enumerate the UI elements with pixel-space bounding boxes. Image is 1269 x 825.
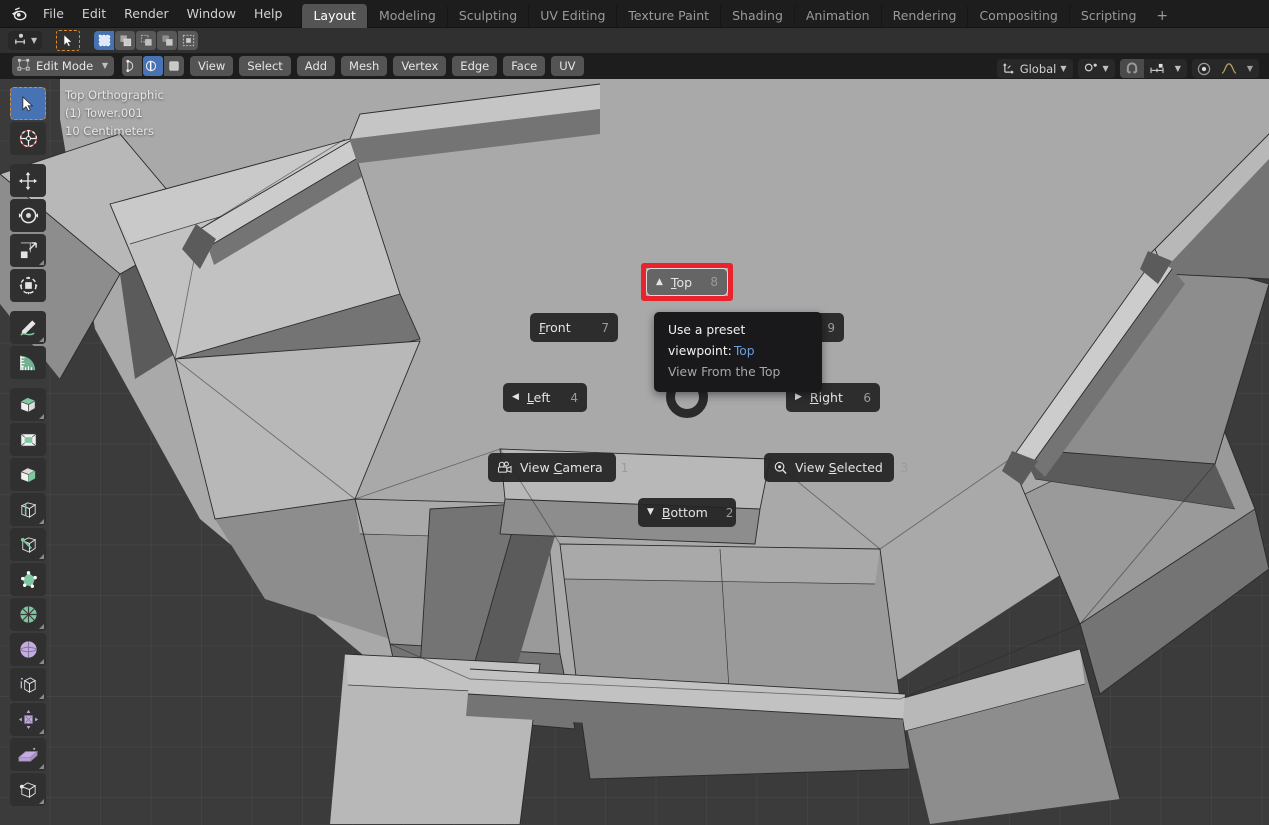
menu-render[interactable]: Render — [115, 3, 178, 24]
tool-tweak[interactable] — [10, 87, 46, 120]
tool-knife[interactable] — [10, 528, 46, 561]
add-workspace-button[interactable]: + — [1147, 4, 1177, 28]
tool-expand-corner — [39, 659, 44, 664]
interaction-mode-dropdown[interactable]: Edit Mode ▼ — [12, 56, 114, 76]
workspace-tab-scripting[interactable]: Scripting — [1069, 4, 1148, 28]
tool-spin[interactable] — [10, 598, 46, 631]
tool-smooth[interactable] — [10, 633, 46, 666]
menu-window[interactable]: Window — [178, 3, 245, 24]
workspace-tab-texture-paint[interactable]: Texture Paint — [616, 4, 720, 28]
tool-expand-corner — [39, 414, 44, 419]
tower-mesh: .f1{fill:#a9a9a9}.f2{fill:#b8b8b8}.f3{fi… — [0, 79, 1269, 825]
tool-loop-cut[interactable] — [10, 493, 46, 526]
viewport-menu-vertex[interactable]: Vertex — [393, 56, 446, 76]
blender-window: File Edit Render Window Help Layout Mode… — [0, 0, 1269, 825]
vertex-select-mode-button[interactable] — [122, 56, 142, 76]
toolbar-separator — [10, 304, 46, 309]
workspace-tab-rendering[interactable]: Rendering — [881, 4, 968, 28]
menu-help[interactable]: Help — [245, 3, 292, 24]
tool-expand-corner — [39, 764, 44, 769]
menu-edit[interactable]: Edit — [73, 3, 115, 24]
viewport-menu-edge[interactable]: Edge — [452, 56, 497, 76]
viewport-menu-mesh[interactable]: Mesh — [341, 56, 387, 76]
tool-move[interactable] — [10, 164, 46, 197]
tool-inset-faces[interactable] — [10, 423, 46, 456]
mesh-select-mode-group — [122, 56, 184, 76]
active-tool-indicator[interactable] — [56, 30, 80, 51]
tool-expand-corner — [39, 694, 44, 699]
workspace-tabs: Layout Modeling Sculpting UV Editing Tex… — [301, 0, 1177, 28]
select-mode-set[interactable] — [94, 31, 114, 50]
select-mode-intersect[interactable] — [178, 31, 198, 50]
workspace-tab-uv-editing[interactable]: UV Editing — [528, 4, 616, 28]
editor-type-icon — [13, 31, 28, 50]
viewport-menu-view[interactable]: View — [190, 56, 233, 76]
cursor-arrow-icon — [63, 34, 74, 47]
viewport-menu-face[interactable]: Face — [503, 56, 545, 76]
select-mode-extend[interactable] — [115, 31, 135, 50]
tool-shrink-fatten[interactable] — [10, 703, 46, 736]
toolbar-separator — [10, 157, 46, 162]
tool-annotate[interactable] — [10, 311, 46, 344]
3d-viewport[interactable]: .f1{fill:#a9a9a9}.f2{fill:#b8b8b8}.f3{fi… — [0, 79, 1269, 825]
edge-select-mode-button[interactable] — [143, 56, 163, 76]
viewport-menu-uv[interactable]: UV — [551, 56, 583, 76]
workspace-tab-shading[interactable]: Shading — [720, 4, 794, 28]
tool-expand-corner — [39, 554, 44, 559]
viewport-toolbar — [10, 87, 46, 806]
face-select-mode-button[interactable] — [164, 56, 184, 76]
tool-header: ▼ — [0, 28, 1269, 53]
viewport-menu-select[interactable]: Select — [239, 56, 290, 76]
tool-expand-corner — [39, 260, 44, 265]
tool-transform[interactable] — [10, 269, 46, 302]
tool-poly-build[interactable] — [10, 563, 46, 596]
tool-expand-corner — [39, 519, 44, 524]
tool-expand-corner — [39, 729, 44, 734]
tool-expand-corner — [39, 624, 44, 629]
interaction-mode-value: Edit Mode — [36, 59, 97, 73]
tool-shear[interactable] — [10, 738, 46, 771]
topbar: File Edit Render Window Help Layout Mode… — [0, 0, 1269, 28]
tool-cursor[interactable] — [10, 122, 46, 155]
mode-header: Edit Mode ▼ View Select Add Mesh Vertex … — [0, 53, 1269, 79]
select-mode-group — [94, 31, 198, 50]
tool-extrude-region[interactable] — [10, 388, 46, 421]
editor-type-dropdown[interactable]: ▼ — [8, 31, 42, 50]
chevron-down-icon: ▼ — [31, 37, 37, 45]
workspace-tab-animation[interactable]: Animation — [794, 4, 881, 28]
tool-rip-region[interactable] — [10, 773, 46, 806]
menu-file[interactable]: File — [34, 3, 73, 24]
select-mode-invert[interactable] — [157, 31, 177, 50]
blender-logo-icon[interactable] — [4, 0, 34, 28]
toolbar-separator — [10, 381, 46, 386]
edit-mode-icon — [17, 58, 31, 74]
tool-rotate[interactable] — [10, 199, 46, 232]
tool-expand-corner — [39, 799, 44, 804]
workspace-tab-layout[interactable]: Layout — [301, 4, 367, 28]
select-mode-subtract[interactable] — [136, 31, 156, 50]
tool-scale[interactable] — [10, 234, 46, 267]
tool-measure[interactable] — [10, 346, 46, 379]
workspace-tab-compositing[interactable]: Compositing — [967, 4, 1068, 28]
viewport-menu-add[interactable]: Add — [297, 56, 335, 76]
tool-bevel[interactable] — [10, 458, 46, 491]
chevron-down-icon: ▼ — [102, 62, 108, 70]
tool-expand-corner — [39, 337, 44, 342]
workspace-tab-sculpting[interactable]: Sculpting — [447, 4, 528, 28]
tool-edge-slide[interactable] — [10, 668, 46, 701]
workspace-tab-modeling[interactable]: Modeling — [367, 4, 447, 28]
